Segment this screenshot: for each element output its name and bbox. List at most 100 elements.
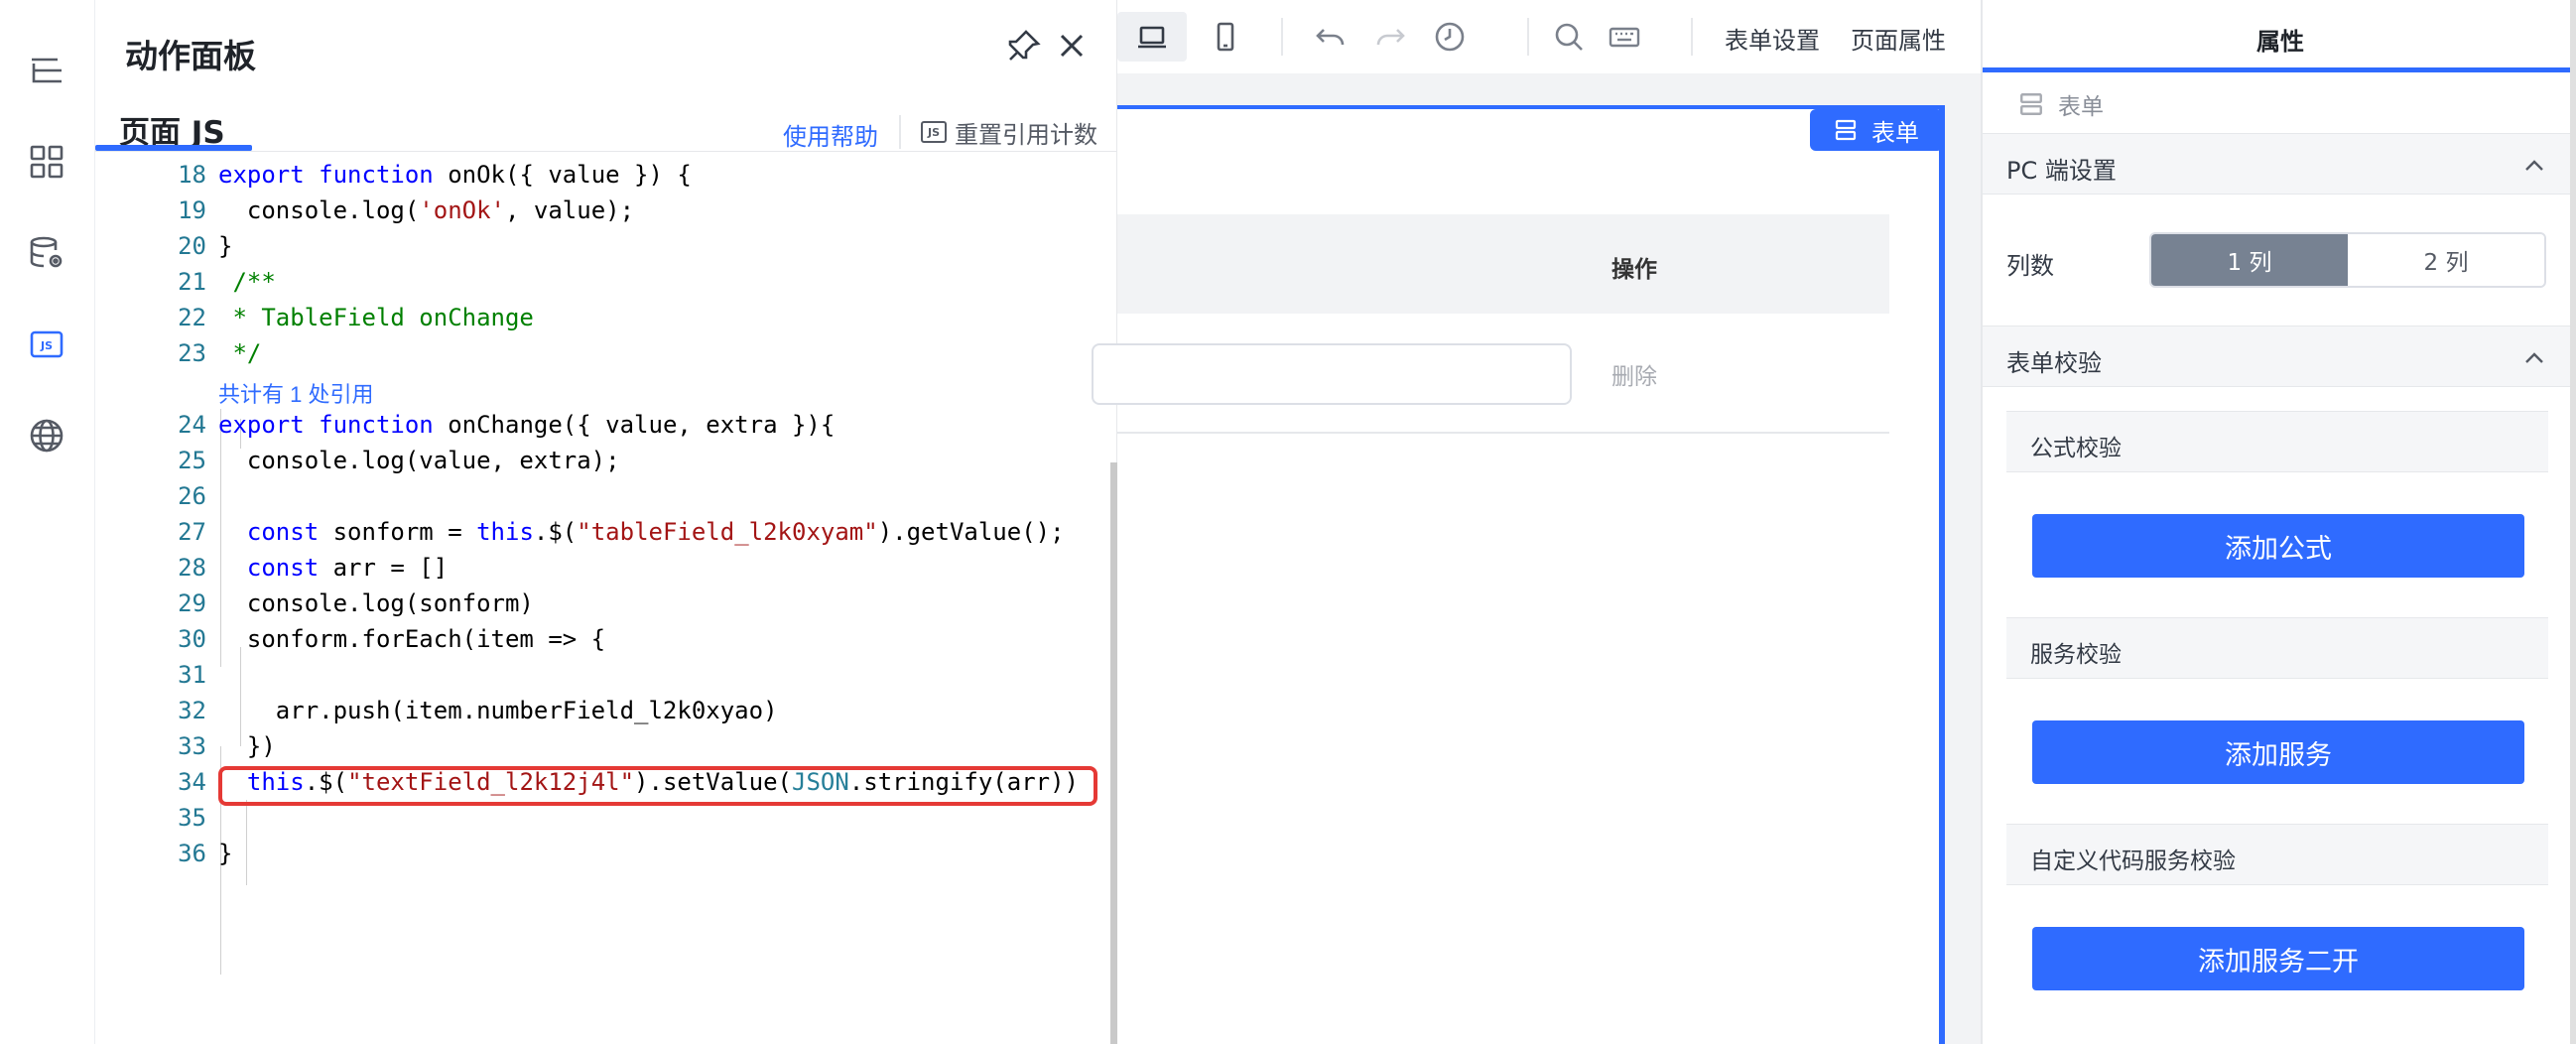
code-line[interactable]: export function onOk({ value }) { bbox=[218, 161, 692, 189]
code-line[interactable]: const arr = [] bbox=[218, 554, 448, 582]
code-token: function bbox=[319, 411, 434, 439]
mobile-view-button[interactable] bbox=[1201, 12, 1250, 62]
line-number: 21 bbox=[178, 268, 206, 296]
chevron-up-icon bbox=[2525, 160, 2543, 171]
code-token: ).getValue(); bbox=[877, 518, 1065, 546]
pin-icon[interactable] bbox=[1006, 28, 1042, 64]
code-line[interactable]: } bbox=[218, 232, 232, 260]
code-token: onOk({ value }) { bbox=[433, 161, 692, 189]
properties-title: 属性 bbox=[2256, 28, 2304, 56]
reference-count-codelens[interactable]: 共计有 1 处引用 bbox=[218, 377, 373, 409]
code-line[interactable]: console.log('onOk', value); bbox=[218, 196, 634, 224]
reset-reference-count-button[interactable]: JS 重置引用计数 bbox=[921, 115, 1097, 149]
delete-row-link[interactable]: 删除 bbox=[1611, 357, 1657, 391]
active-tab-indicator bbox=[1983, 67, 2576, 72]
form-settings-button[interactable]: 表单设置 bbox=[1725, 21, 1820, 56]
line-number: 26 bbox=[178, 482, 206, 510]
laptop-icon bbox=[1138, 26, 1166, 49]
redo-icon bbox=[1376, 29, 1405, 46]
line-number: 32 bbox=[178, 697, 206, 724]
code-line[interactable]: sonform.forEach(item => { bbox=[218, 625, 605, 653]
shortcut-button[interactable] bbox=[1600, 12, 1649, 62]
code-line[interactable]: * TableField onChange bbox=[218, 304, 534, 331]
add-service-dev-button[interactable]: 添加服务二开 bbox=[2032, 927, 2524, 990]
table-header bbox=[1117, 214, 1889, 314]
add-formula-button[interactable]: 添加公式 bbox=[2032, 514, 2524, 578]
form-validation-section[interactable]: 表单校验 bbox=[1983, 326, 2574, 387]
code-line[interactable]: export function onChange({ value, extra … bbox=[218, 411, 835, 439]
breadcrumb: 表单 bbox=[2018, 87, 2104, 121]
line-number: 33 bbox=[178, 732, 206, 760]
undo-icon bbox=[1316, 29, 1345, 46]
operation-column-header: 操作 bbox=[1611, 257, 1657, 283]
line-number: 19 bbox=[178, 196, 206, 224]
line-number: 34 bbox=[178, 768, 206, 796]
code-token: export bbox=[218, 161, 305, 189]
code-token: * TableField onChange bbox=[218, 304, 534, 331]
redo-button[interactable] bbox=[1365, 12, 1415, 62]
divider bbox=[1117, 432, 1889, 434]
add-service-button[interactable]: 添加服务 bbox=[2032, 720, 2524, 784]
line-number: 24 bbox=[178, 411, 206, 439]
one-column-option[interactable]: 1 列 bbox=[2151, 234, 2348, 286]
formula-validation-header: 公式校验 bbox=[2006, 411, 2548, 472]
table-cell-input[interactable] bbox=[1092, 343, 1572, 405]
code-token: */ bbox=[218, 339, 262, 367]
form-icon bbox=[1835, 119, 1857, 141]
line-number: 28 bbox=[178, 554, 206, 582]
code-token: "tableField_l2k0xyam" bbox=[577, 518, 878, 546]
code-line[interactable]: arr.push(item.numberField_l2k0xyao) bbox=[218, 697, 778, 724]
section-title: 表单校验 bbox=[2006, 349, 2102, 377]
code-line[interactable]: }) bbox=[218, 732, 276, 760]
divider bbox=[95, 151, 1117, 152]
undo-button[interactable] bbox=[1306, 12, 1355, 62]
components-grid-icon[interactable] bbox=[26, 141, 67, 183]
line-number: 25 bbox=[178, 447, 206, 474]
code-line[interactable]: const sonform = this.$("tableField_l2k0x… bbox=[218, 518, 1065, 546]
history-button[interactable] bbox=[1425, 12, 1475, 62]
help-link[interactable]: 使用帮助 bbox=[783, 117, 878, 152]
code-token: .$( bbox=[533, 518, 578, 546]
code-token: arr = [] bbox=[319, 554, 449, 582]
desktop-view-button[interactable] bbox=[1117, 12, 1187, 62]
data-source-icon[interactable] bbox=[26, 232, 67, 274]
custom-code-validation-header: 自定义代码服务校验 bbox=[2006, 824, 2548, 885]
code-token: } bbox=[218, 840, 233, 867]
code-line[interactable]: } bbox=[218, 840, 232, 867]
editor-scrollbar[interactable] bbox=[1110, 462, 1117, 1044]
pc-settings-section[interactable]: PC 端设置 bbox=[1983, 133, 2574, 195]
subsection-title: 公式校验 bbox=[2030, 436, 2122, 461]
columns-segmented-control[interactable]: 1 列 2 列 bbox=[2149, 232, 2546, 288]
globe-icon[interactable] bbox=[26, 415, 67, 457]
code-line[interactable]: */ bbox=[218, 339, 261, 367]
form-icon bbox=[2020, 93, 2042, 115]
code-line[interactable]: console.log(value, extra); bbox=[218, 447, 620, 474]
js-icon[interactable]: JS bbox=[26, 324, 67, 365]
clock-icon bbox=[1435, 22, 1465, 52]
two-column-option[interactable]: 2 列 bbox=[2348, 234, 2544, 286]
code-line[interactable]: /** bbox=[218, 268, 275, 296]
line-number: 20 bbox=[178, 232, 206, 260]
code-line[interactable]: console.log(sonform) bbox=[218, 589, 534, 617]
line-number: 27 bbox=[178, 518, 206, 546]
action-panel: 动作面板 页面 JS 使用帮助 JS 重置引用计数 18 export funct… bbox=[95, 0, 1117, 1044]
designer-toolbar: 表单设置 页面属性 bbox=[1117, 0, 1981, 73]
line-number: 18 bbox=[178, 161, 206, 189]
form-badge[interactable]: 表单 bbox=[1810, 109, 1943, 151]
code-token: function bbox=[319, 161, 434, 189]
code-token: const bbox=[246, 518, 320, 546]
phone-icon bbox=[1217, 22, 1234, 52]
outline-list-icon[interactable] bbox=[26, 50, 67, 91]
service-validation-header: 服务校验 bbox=[2006, 617, 2548, 679]
code-editor[interactable]: 18 export function onOk({ value }) { 19 co… bbox=[95, 155, 1117, 1044]
search-button[interactable] bbox=[1544, 12, 1594, 62]
page-properties-button[interactable]: 页面属性 bbox=[1851, 21, 1946, 56]
breadcrumb-label: 表单 bbox=[2058, 94, 2104, 120]
keyboard-icon bbox=[1609, 27, 1640, 48]
properties-scrollbar[interactable] bbox=[2570, 0, 2576, 1044]
close-icon[interactable] bbox=[1054, 28, 1090, 64]
